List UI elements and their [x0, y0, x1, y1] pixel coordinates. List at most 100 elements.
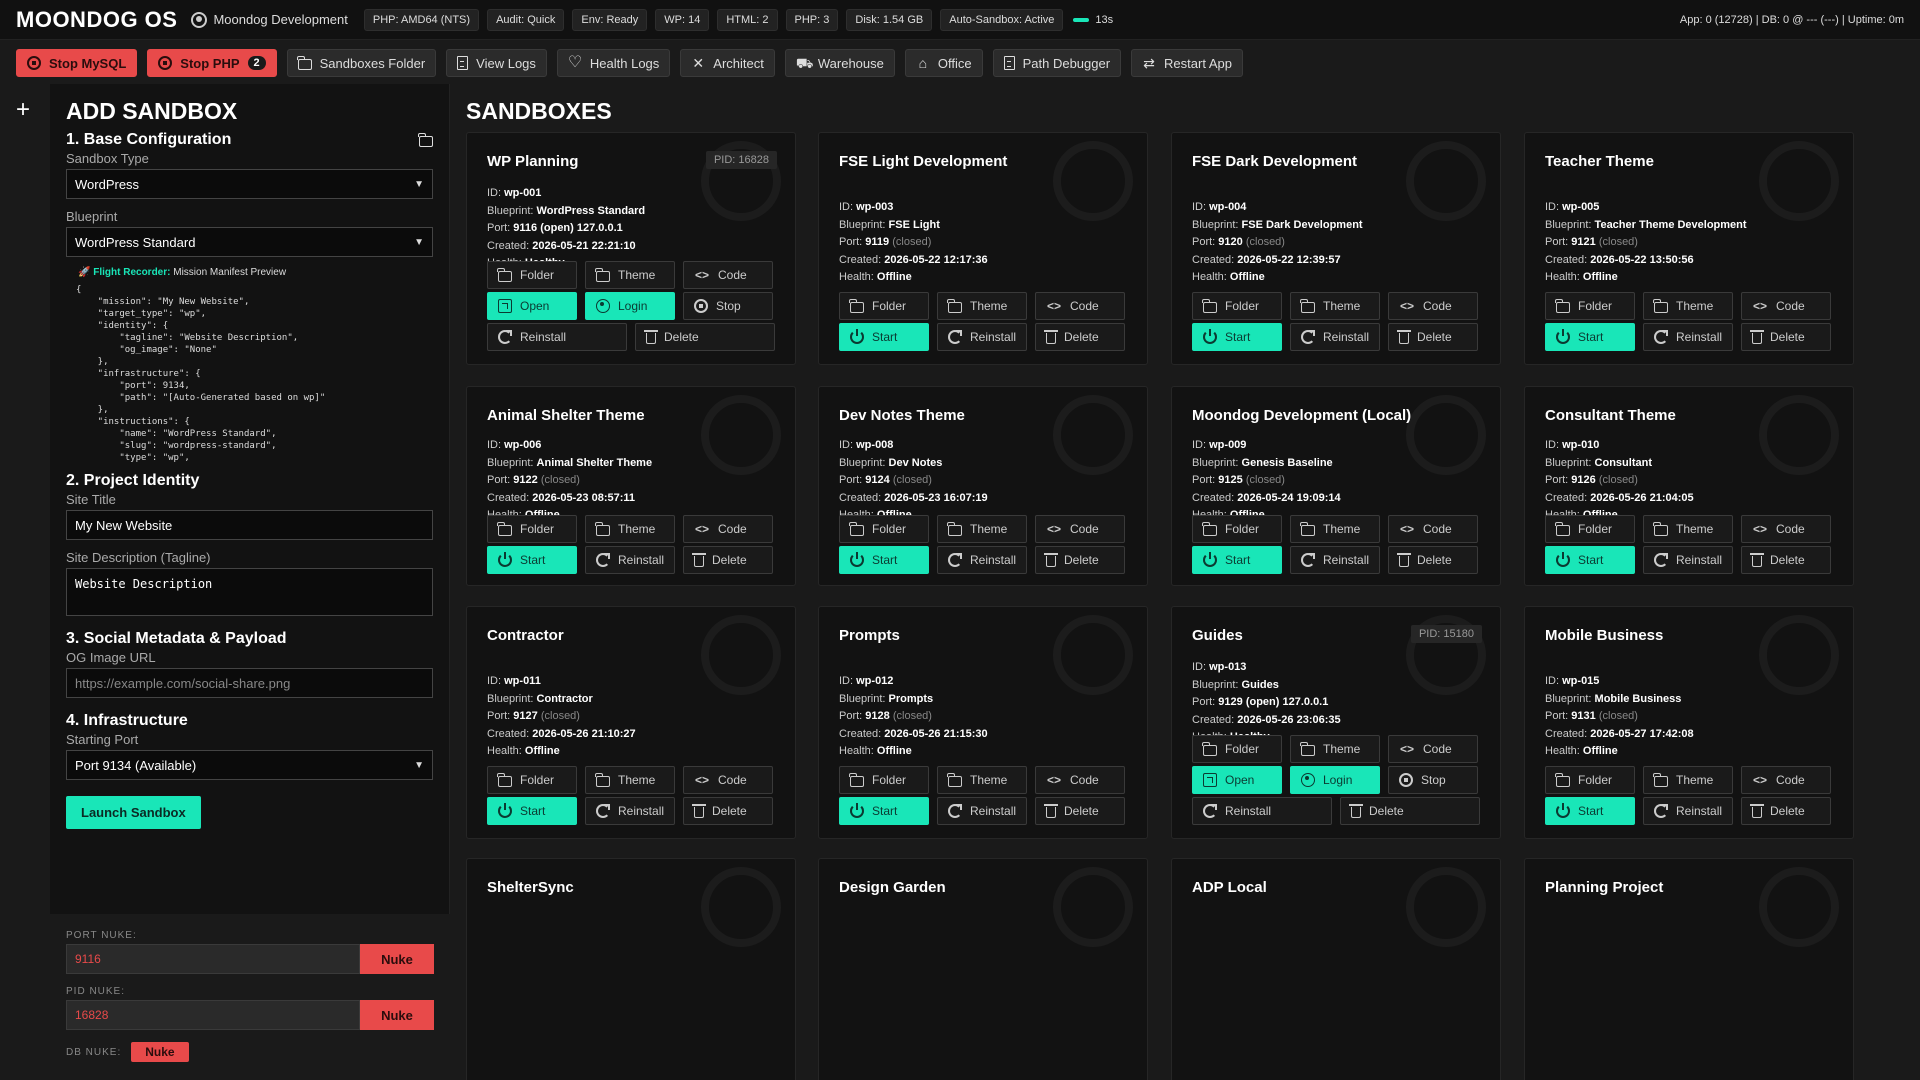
delete-button[interactable]: Delete: [683, 797, 773, 825]
warehouse-button[interactable]: ⛟ Warehouse: [784, 49, 895, 77]
reinstall-button[interactable]: Reinstall: [1643, 797, 1733, 825]
reinstall-button[interactable]: Reinstall: [1192, 797, 1332, 825]
delete-button[interactable]: Delete: [1741, 323, 1831, 351]
code-button[interactable]: <> Code: [1741, 766, 1831, 794]
delete-button[interactable]: Delete: [1340, 797, 1480, 825]
view-logs-button[interactable]: View Logs: [446, 49, 547, 77]
open-folder-icon[interactable]: [418, 132, 433, 147]
theme-button[interactable]: Theme: [1290, 292, 1380, 320]
code-button[interactable]: <> Code: [683, 515, 773, 543]
folder-button[interactable]: Folder: [1192, 735, 1282, 763]
launch-sandbox-button[interactable]: Launch Sandbox: [66, 796, 201, 829]
reinstall-button[interactable]: Reinstall: [937, 546, 1027, 574]
pid-nuke-button[interactable]: Nuke: [360, 1000, 434, 1030]
port-nuke-input[interactable]: 9116: [66, 944, 360, 974]
pid-nuke-input[interactable]: 16828: [66, 1000, 360, 1030]
theme-button[interactable]: Theme: [1290, 515, 1380, 543]
user-profile[interactable]: Moondog Development: [191, 11, 348, 28]
theme-button[interactable]: Theme: [1643, 766, 1733, 794]
port-nuke-button[interactable]: Nuke: [360, 944, 434, 974]
open-button[interactable]: Open: [1192, 766, 1282, 794]
folder-button[interactable]: Folder: [487, 515, 577, 543]
start-button[interactable]: Start: [487, 546, 577, 574]
folder-button[interactable]: Folder: [1545, 515, 1635, 543]
delete-button[interactable]: Delete: [1035, 546, 1125, 574]
start-button[interactable]: Start: [839, 797, 929, 825]
start-button[interactable]: Start: [1545, 323, 1635, 351]
start-button[interactable]: Start: [1545, 546, 1635, 574]
start-button[interactable]: Start: [839, 546, 929, 574]
folder-button[interactable]: Folder: [839, 515, 929, 543]
theme-button[interactable]: Theme: [585, 261, 675, 289]
reinstall-button[interactable]: Reinstall: [1290, 546, 1380, 574]
stop-mysql-button[interactable]: Stop MySQL: [16, 49, 138, 77]
code-button[interactable]: <> Code: [1388, 515, 1478, 543]
code-button[interactable]: <> Code: [1035, 766, 1125, 794]
stop-php-button[interactable]: Stop PHP 2: [147, 49, 277, 77]
start-button[interactable]: Start: [1192, 546, 1282, 574]
add-sandbox-toggle-plus-icon[interactable]: +: [16, 98, 30, 122]
reinstall-button[interactable]: Reinstall: [937, 323, 1027, 351]
sandboxes-folder-button[interactable]: Sandboxes Folder: [286, 49, 437, 77]
code-button[interactable]: <> Code: [1035, 515, 1125, 543]
health-logs-button[interactable]: ♡ Health Logs: [556, 49, 671, 77]
theme-button[interactable]: Theme: [1643, 515, 1733, 543]
code-button[interactable]: <> Code: [1388, 735, 1478, 763]
blueprint-select[interactable]: WordPress Standard ▼: [66, 227, 433, 257]
folder-button[interactable]: Folder: [839, 766, 929, 794]
theme-button[interactable]: Theme: [937, 515, 1027, 543]
open-button[interactable]: Open: [487, 292, 577, 320]
folder-button[interactable]: Folder: [1545, 766, 1635, 794]
delete-button[interactable]: Delete: [635, 323, 775, 351]
stop-button[interactable]: Stop: [683, 292, 773, 320]
reinstall-button[interactable]: Reinstall: [1643, 546, 1733, 574]
login-button[interactable]: Login: [1290, 766, 1380, 794]
code-button[interactable]: <> Code: [683, 261, 773, 289]
folder-button[interactable]: Folder: [1192, 515, 1282, 543]
theme-button[interactable]: Theme: [937, 766, 1027, 794]
delete-button[interactable]: Delete: [1388, 546, 1478, 574]
theme-button[interactable]: Theme: [585, 515, 675, 543]
folder-button[interactable]: Folder: [487, 766, 577, 794]
delete-button[interactable]: Delete: [1035, 797, 1125, 825]
office-button[interactable]: ⌂ Office: [904, 49, 983, 77]
folder-button[interactable]: Folder: [1545, 292, 1635, 320]
folder-button[interactable]: Folder: [839, 292, 929, 320]
code-button[interactable]: <> Code: [1741, 292, 1831, 320]
reinstall-button[interactable]: Reinstall: [1290, 323, 1380, 351]
delete-button[interactable]: Delete: [1035, 323, 1125, 351]
reinstall-button[interactable]: Reinstall: [1643, 323, 1733, 351]
delete-button[interactable]: Delete: [683, 546, 773, 574]
start-button[interactable]: Start: [839, 323, 929, 351]
start-button[interactable]: Start: [1192, 323, 1282, 351]
folder-button[interactable]: Folder: [487, 261, 577, 289]
db-nuke-button[interactable]: Nuke: [131, 1042, 189, 1062]
start-button[interactable]: Start: [487, 797, 577, 825]
path-debugger-button[interactable]: Path Debugger: [992, 49, 1122, 77]
theme-button[interactable]: Theme: [1290, 735, 1380, 763]
theme-button[interactable]: Theme: [1643, 292, 1733, 320]
login-button[interactable]: Login: [585, 292, 675, 320]
code-button[interactable]: <> Code: [1388, 292, 1478, 320]
code-button[interactable]: <> Code: [1035, 292, 1125, 320]
theme-button[interactable]: Theme: [585, 766, 675, 794]
site-description-textarea[interactable]: Website Description: [66, 568, 433, 616]
code-button[interactable]: <> Code: [1741, 515, 1831, 543]
theme-button[interactable]: Theme: [937, 292, 1027, 320]
reinstall-button[interactable]: Reinstall: [487, 323, 627, 351]
folder-button[interactable]: Folder: [1192, 292, 1282, 320]
og-image-url-input[interactable]: https://example.com/social-share.png: [66, 668, 433, 698]
code-button[interactable]: <> Code: [683, 766, 773, 794]
delete-button[interactable]: Delete: [1741, 797, 1831, 825]
delete-button[interactable]: Delete: [1388, 323, 1478, 351]
site-title-input[interactable]: My New Website: [66, 510, 433, 540]
reinstall-button[interactable]: Reinstall: [585, 546, 675, 574]
stop-button[interactable]: Stop: [1388, 766, 1478, 794]
reinstall-button[interactable]: Reinstall: [585, 797, 675, 825]
sandbox-type-select[interactable]: WordPress ▼: [66, 169, 433, 199]
delete-button[interactable]: Delete: [1741, 546, 1831, 574]
start-button[interactable]: Start: [1545, 797, 1635, 825]
restart-app-button[interactable]: ⇄ Restart App: [1131, 49, 1243, 77]
architect-button[interactable]: ✕ Architect: [680, 49, 775, 77]
starting-port-select[interactable]: Port 9134 (Available) ▼: [66, 750, 433, 780]
